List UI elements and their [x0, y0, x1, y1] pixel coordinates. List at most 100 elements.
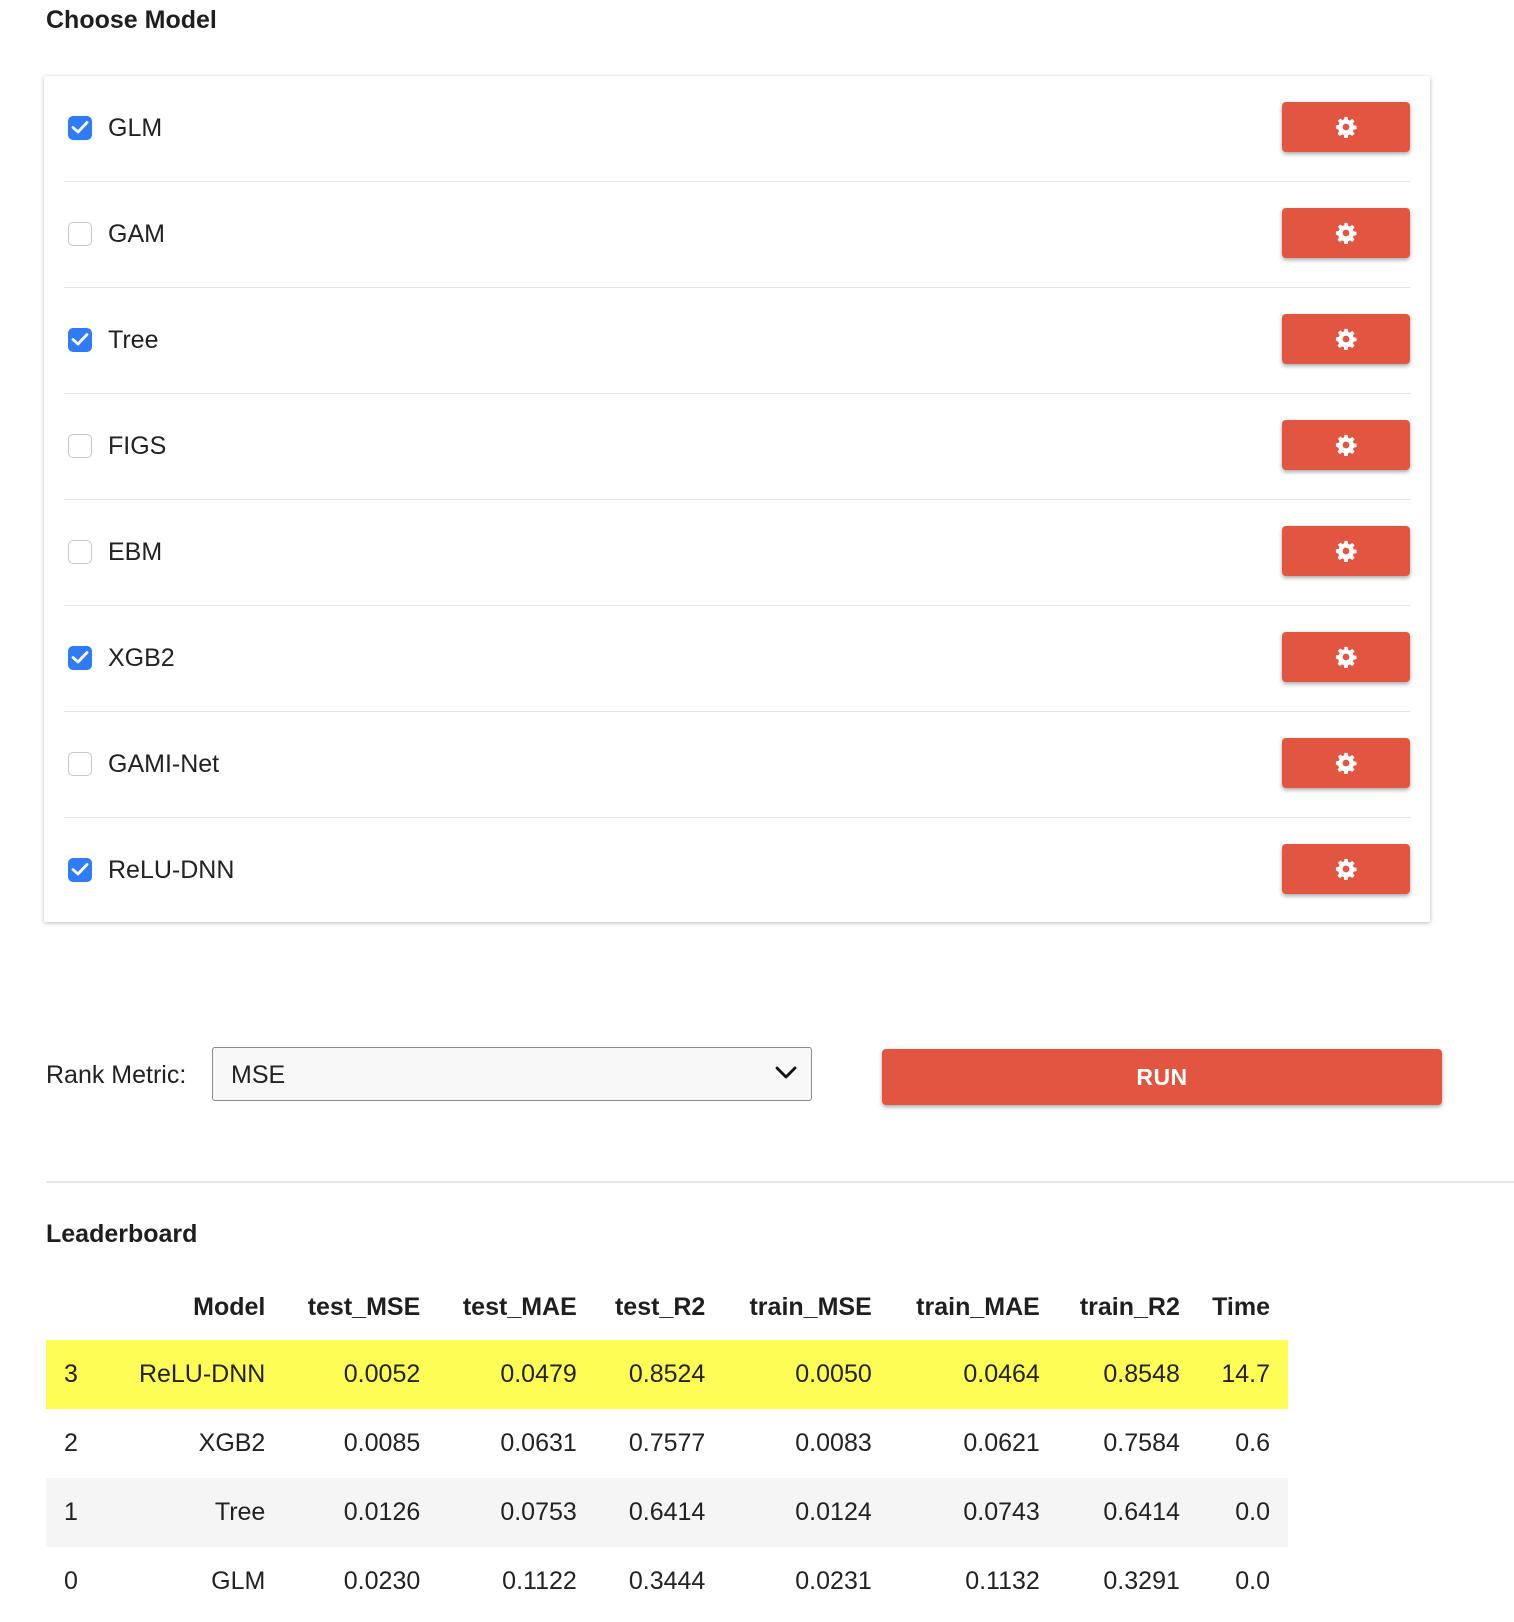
model-row-glm: GLM — [64, 76, 1410, 182]
gear-icon — [1335, 328, 1357, 350]
model-label-ebm: EBM — [108, 538, 163, 566]
table-cell: 0.0085 — [343, 1429, 421, 1457]
table-cell: 0.0052 — [283, 1340, 439, 1409]
checkbox-relu-dnn[interactable] — [68, 858, 92, 882]
model-label-xgb2: XGB2 — [108, 644, 175, 672]
table-cell: 0.0126 — [283, 1478, 439, 1547]
check-icon — [71, 863, 89, 876]
model-label-glm: GLM — [108, 114, 163, 142]
model-row-tree: Tree — [64, 288, 1410, 394]
page: Choose Model GLM GAM Tree FIGS EBM XGB2 … — [0, 0, 1514, 1622]
rank-metric-label: Rank Metric: — [46, 1061, 187, 1089]
gear-icon — [1335, 858, 1357, 880]
table-cell: 0.0230 — [343, 1567, 421, 1595]
gear-icon — [1335, 116, 1357, 138]
checkbox-figs[interactable] — [68, 434, 92, 458]
table-cell: Tree — [112, 1478, 284, 1547]
table-cell: ReLU-DNN — [112, 1340, 284, 1409]
settings-button-gam[interactable] — [1282, 208, 1410, 258]
column-header-test-mae: test_MAE — [462, 1292, 577, 1321]
settings-button-figs[interactable] — [1282, 420, 1410, 470]
table-cell: XGB2 — [198, 1429, 266, 1457]
settings-button-xgb2[interactable] — [1282, 632, 1410, 682]
model-label-gami-net: GAMI-Net — [108, 750, 220, 778]
model-row-relu-dnn: ReLU-DNN — [64, 818, 1410, 924]
table-cell: 0.3444 — [628, 1567, 706, 1595]
model-row-gami-net: GAMI-Net — [64, 712, 1410, 818]
table-cell: 0.3291 — [1103, 1567, 1180, 1595]
table-cell: 0.0 — [1235, 1567, 1270, 1595]
model-label-gam: GAM — [108, 220, 165, 248]
table-cell: 0.7577 — [628, 1429, 706, 1457]
column-header-train-mae: train_MAE — [916, 1292, 1040, 1321]
column-header-test-r2: test_R2 — [614, 1292, 706, 1321]
table-cell: 0.0743 — [889, 1478, 1058, 1547]
column-header-index — [46, 1274, 112, 1340]
table-cell: GLM — [211, 1567, 266, 1595]
table-cell: 0.1132 — [965, 1567, 1040, 1595]
checkbox-gam[interactable] — [68, 222, 92, 246]
settings-button-tree[interactable] — [1282, 314, 1410, 364]
table-cell: 0.0631 — [500, 1429, 577, 1457]
table-cell: 0.6414 — [1057, 1478, 1198, 1547]
table-cell: 0.0 — [1197, 1478, 1288, 1547]
check-icon — [71, 121, 89, 134]
table-cell: 0.0050 — [723, 1340, 890, 1409]
table-cell: 14.7 — [1197, 1340, 1288, 1409]
table-cell: 0.8548 — [1057, 1340, 1198, 1409]
model-list-card: GLM GAM Tree FIGS EBM XGB2 GAMI-Net ReLU… — [44, 76, 1430, 922]
check-icon — [71, 651, 89, 664]
rank-metric-select[interactable]: MSE — [212, 1047, 812, 1101]
checkbox-xgb2[interactable] — [68, 646, 92, 670]
table-cell: 0.0124 — [723, 1478, 890, 1547]
section-divider — [46, 1181, 1514, 1183]
table-cell: 0.6 — [1235, 1429, 1270, 1457]
settings-button-glm[interactable] — [1282, 102, 1410, 152]
checkbox-tree[interactable] — [68, 328, 92, 352]
column-header-train-mse: train_MSE — [749, 1292, 872, 1321]
gear-icon — [1335, 434, 1357, 456]
gear-icon — [1335, 646, 1357, 668]
settings-button-gami-net[interactable] — [1282, 738, 1410, 788]
table-cell: 0.1122 — [502, 1567, 577, 1595]
model-row-gam: GAM — [64, 182, 1410, 288]
table-cell: 0.6414 — [594, 1478, 724, 1547]
leaderboard-title: Leaderboard — [46, 1220, 198, 1248]
checkbox-ebm[interactable] — [68, 540, 92, 564]
rank-metric-value: MSE — [231, 1061, 286, 1089]
table-row: 2 XGB2 0.0085 0.0631 0.7577 0.0083 0.062… — [46, 1409, 1288, 1478]
table-row: 0 GLM 0.0230 0.1122 0.3444 0.0231 0.1132… — [46, 1547, 1288, 1616]
model-row-ebm: EBM — [64, 500, 1410, 606]
chevron-down-icon — [775, 1066, 797, 1079]
gear-icon — [1335, 222, 1357, 244]
run-button[interactable]: RUN — [882, 1049, 1442, 1105]
settings-button-ebm[interactable] — [1282, 526, 1410, 576]
table-cell: 0.0231 — [795, 1567, 872, 1595]
settings-button-relu-dnn[interactable] — [1282, 844, 1410, 894]
model-label-figs: FIGS — [108, 432, 167, 460]
table-cell: 2 — [64, 1429, 78, 1457]
column-header-time: Time — [1212, 1292, 1270, 1321]
table-cell: 0.0621 — [963, 1429, 1040, 1457]
model-row-figs: FIGS — [64, 394, 1410, 500]
table-cell: 3 — [46, 1340, 112, 1409]
table-cell: 0.0083 — [795, 1429, 872, 1457]
table-row: 1 Tree 0.0126 0.0753 0.6414 0.0124 0.074… — [46, 1478, 1288, 1547]
column-header-model: Model — [193, 1292, 266, 1321]
table-cell: 0.8524 — [594, 1340, 724, 1409]
table-cell: 0.0464 — [889, 1340, 1058, 1409]
choose-model-title: Choose Model — [46, 6, 217, 34]
model-label-tree: Tree — [108, 326, 159, 354]
column-header-train-r2: train_R2 — [1079, 1292, 1180, 1321]
checkbox-gami-net[interactable] — [68, 752, 92, 776]
checkbox-glm[interactable] — [68, 116, 92, 140]
table-cell: 1 — [46, 1478, 112, 1547]
table-row: 3 ReLU-DNN 0.0052 0.0479 0.8524 0.0050 0… — [46, 1340, 1288, 1409]
gear-icon — [1335, 540, 1357, 562]
gear-icon — [1335, 752, 1357, 774]
table-cell: 0.0753 — [438, 1478, 595, 1547]
leaderboard-header-row: Model test_MSE test_MAE test_R2 train_MS… — [46, 1274, 1288, 1340]
model-row-xgb2: XGB2 — [64, 606, 1410, 712]
model-label-relu-dnn: ReLU-DNN — [108, 856, 235, 884]
leaderboard-table: Model test_MSE test_MAE test_R2 train_MS… — [46, 1274, 1288, 1616]
